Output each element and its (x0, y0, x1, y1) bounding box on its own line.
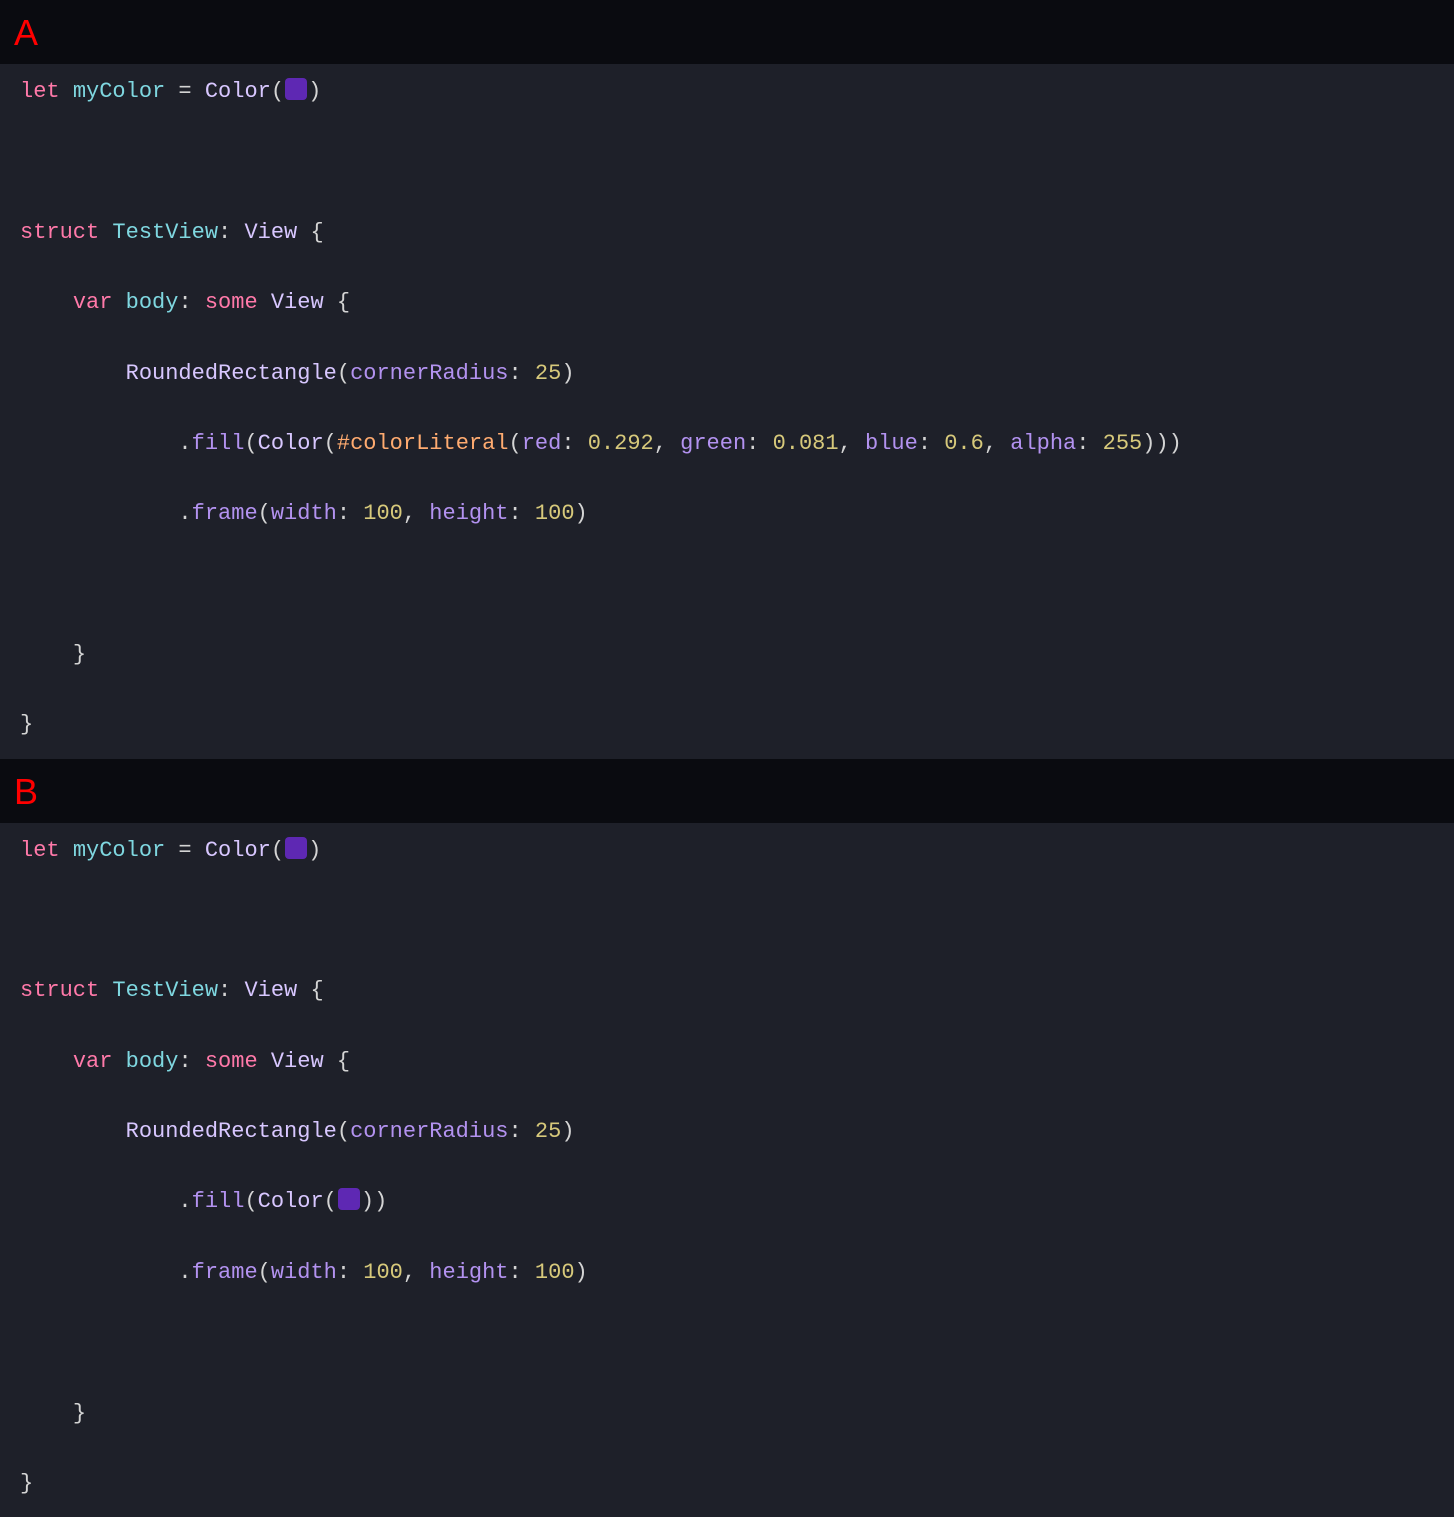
type-roundedrect: RoundedRectangle (126, 361, 337, 386)
method-frame: frame (192, 501, 258, 526)
panel-a-label-bar: A (0, 0, 1454, 64)
type-color: Color (205, 79, 271, 104)
color-swatch-icon[interactable] (285, 78, 307, 100)
property-body: body (126, 290, 179, 315)
color-swatch-icon[interactable] (338, 1188, 360, 1210)
keyword-var: var (73, 290, 113, 315)
keyword-let: let (20, 79, 60, 104)
panel-a-code[interactable]: let myColor = Color() struct TestView: V… (0, 64, 1454, 759)
panel-b-label-bar: B (0, 759, 1454, 823)
panel-b-label: B (14, 771, 38, 812)
color-swatch-icon[interactable] (285, 837, 307, 859)
type-testview: TestView (112, 220, 218, 245)
code-block-a[interactable]: let myColor = Color() struct TestView: V… (20, 74, 1434, 743)
macro-colorliteral: #colorLiteral (337, 431, 509, 456)
panel-b-code[interactable]: let myColor = Color() struct TestView: V… (0, 823, 1454, 1517)
identifier-mycolor: myColor (73, 79, 165, 104)
method-fill: fill (192, 431, 245, 456)
code-block-b[interactable]: let myColor = Color() struct TestView: V… (20, 833, 1434, 1502)
panel-a-label: A (14, 12, 38, 53)
keyword-struct: struct (20, 220, 99, 245)
